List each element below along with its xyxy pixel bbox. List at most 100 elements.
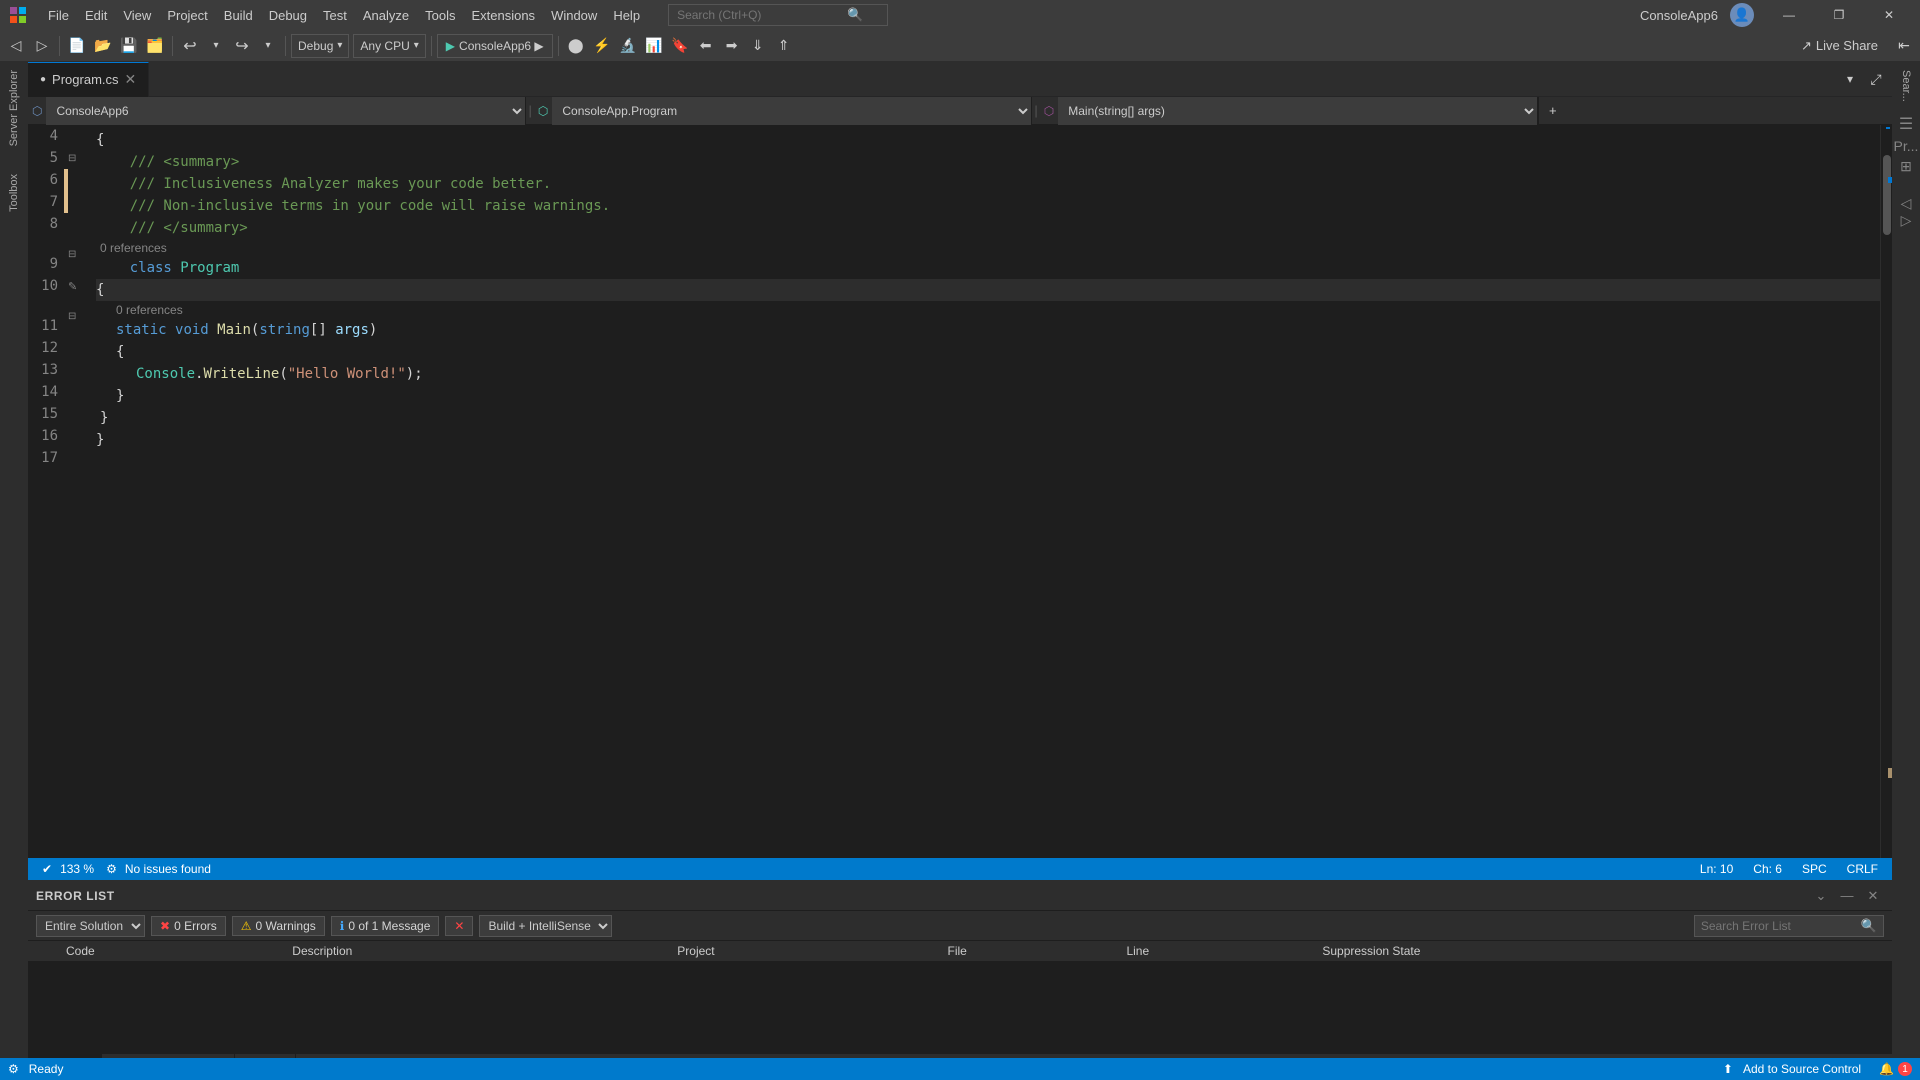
close-button[interactable]: ✕ <box>1866 0 1912 30</box>
scope-selector[interactable]: Entire Solution <box>36 915 145 937</box>
menu-help[interactable]: Help <box>605 6 648 25</box>
forward-button[interactable]: ▷ <box>30 34 54 58</box>
panel-close-button[interactable]: ✕ <box>1862 885 1884 907</box>
redo-dropdown[interactable]: ▾ <box>256 34 280 58</box>
expand-editor-button[interactable]: ⤢ <box>1864 67 1888 91</box>
server-explorer-label[interactable]: Server Explorer <box>6 66 22 150</box>
configuration-dropdown[interactable]: Debug ▾ <box>291 34 349 58</box>
menu-window[interactable]: Window <box>543 6 605 25</box>
line-status[interactable]: Ln: 10 <box>1694 858 1739 880</box>
toolbar-btn-7[interactable]: 📊 <box>642 34 666 58</box>
col-line[interactable]: Line <box>1118 941 1314 962</box>
global-search-input[interactable] <box>677 8 847 22</box>
code-line-14: } <box>96 385 1880 407</box>
gutter-row-17: 17 <box>28 447 88 469</box>
gutter-row-11: 11 ⊟ <box>28 297 88 337</box>
toolbar-btn-8[interactable]: 🔖 <box>668 34 692 58</box>
user-avatar[interactable]: 👤 <box>1730 3 1754 27</box>
analyze-button[interactable]: 🔬 <box>616 34 640 58</box>
toolbar-btn-12[interactable]: ⇑ <box>772 34 796 58</box>
new-file-button[interactable]: 📄 <box>65 34 89 58</box>
intellisense-filter[interactable]: Build + IntelliSense <box>479 915 612 937</box>
warnings-badge[interactable]: ⚠ 0 Warnings <box>232 916 325 936</box>
save-all-button[interactable]: 🗂️ <box>143 34 167 58</box>
toolbar-btn-9[interactable]: ⬅ <box>694 34 718 58</box>
menu-analyze[interactable]: Analyze <box>355 6 417 25</box>
sidebar-right-btn-2[interactable]: Pr... <box>1894 138 1919 154</box>
filter-badge[interactable]: ✕ <box>445 916 473 936</box>
add-source-control[interactable]: Add to Source Control <box>1737 1058 1867 1080</box>
scroll-thumb[interactable] <box>1883 155 1891 235</box>
col-severity[interactable] <box>28 941 58 962</box>
tab-list-button[interactable]: ▾ <box>1838 67 1862 91</box>
profiler-button[interactable]: ⚡ <box>590 34 614 58</box>
line-ending-status[interactable]: CRLF <box>1841 858 1884 880</box>
panel-minimize-button[interactable]: — <box>1836 885 1858 907</box>
col-suppression[interactable]: Suppression State <box>1314 941 1892 962</box>
redo-button[interactable]: ↪ <box>230 34 254 58</box>
sidebar-right-btn-1[interactable]: ☰ <box>1899 114 1913 134</box>
toolbar-btn-11[interactable]: ⇓ <box>746 34 770 58</box>
platform-chevron: ▾ <box>414 40 419 51</box>
messages-badge[interactable]: ℹ 0 of 1 Message <box>331 916 440 936</box>
col-code[interactable]: Code <box>58 941 284 962</box>
toolbar-btn-10[interactable]: ➡ <box>720 34 744 58</box>
fold-icon-5[interactable]: ⊟ <box>68 153 76 164</box>
error-search-box[interactable]: 🔍 <box>1694 915 1884 937</box>
errors-badge[interactable]: ✖ 0 Errors <box>151 916 226 936</box>
run-button[interactable]: ▶ ConsoleApp6 ▶ <box>437 34 553 58</box>
new-file-nav-button[interactable]: + <box>1538 97 1566 125</box>
nav-separator-2: | <box>1032 103 1039 118</box>
undo-button[interactable]: ↩ <box>178 34 202 58</box>
program-cs-tab[interactable]: ● Program.cs ✕ <box>28 62 149 97</box>
minimize-button[interactable]: — <box>1766 0 1812 30</box>
breakpoint-button[interactable]: ⬤ <box>564 34 588 58</box>
undo-dropdown[interactable]: ▾ <box>204 34 228 58</box>
notification-bell[interactable]: 🔔 <box>1879 1062 1894 1076</box>
menu-debug[interactable]: Debug <box>261 6 315 25</box>
col-file[interactable]: File <box>939 941 1118 962</box>
menu-tools[interactable]: Tools <box>417 6 463 25</box>
char-status[interactable]: Ch: 6 <box>1747 858 1788 880</box>
chevron-right-icon[interactable]: ▷ <box>1901 212 1912 229</box>
code-content-area[interactable]: { /// <summary> /// Inclusiveness Analyz… <box>88 125 1880 858</box>
collapse-button[interactable]: ⇤ <box>1892 34 1916 58</box>
menu-extensions[interactable]: Extensions <box>463 6 543 25</box>
menu-build[interactable]: Build <box>216 6 261 25</box>
maximize-button[interactable]: ❐ <box>1816 0 1862 30</box>
col-project[interactable]: Project <box>669 941 939 962</box>
platform-dropdown[interactable]: Any CPU ▾ <box>353 34 425 58</box>
menu-project[interactable]: Project <box>159 6 215 25</box>
menu-test[interactable]: Test <box>315 6 355 25</box>
toolbox-label[interactable]: Toolbox <box>6 170 22 216</box>
live-share-label: Live Share <box>1816 38 1878 53</box>
encoding-status[interactable]: SPC <box>1796 858 1833 880</box>
zoom-status[interactable]: ✔ 133 % <box>36 858 100 880</box>
menu-view[interactable]: View <box>115 6 159 25</box>
error-search-input[interactable] <box>1701 919 1861 933</box>
no-issues-status[interactable]: ⚙ No issues found <box>100 858 217 880</box>
namespace-selector[interactable]: ConsoleApp.Program <box>552 97 1032 125</box>
editor-scrollbar[interactable] <box>1880 125 1892 858</box>
open-file-button[interactable]: 📂 <box>91 34 115 58</box>
pen-icon-10[interactable]: ✎ <box>68 280 77 293</box>
ready-status[interactable]: Ready <box>23 1058 70 1080</box>
live-share-button[interactable]: ↗ Live Share <box>1793 36 1886 56</box>
chevron-left-icon[interactable]: ◁ <box>1901 195 1912 212</box>
menu-edit[interactable]: Edit <box>77 6 115 25</box>
panel-chevron-button[interactable]: ⌄ <box>1810 885 1832 907</box>
error-search-icon[interactable]: 🔍 <box>1861 918 1877 934</box>
fold-icon-9[interactable]: ⊟ <box>68 249 76 260</box>
code-editor[interactable]: 4 5 ⊟ 6 7 <box>28 125 1892 858</box>
project-selector[interactable]: ConsoleApp6 <box>46 97 526 125</box>
member-selector[interactable]: Main(string[] args) <box>1058 97 1538 125</box>
col-description[interactable]: Description <box>284 941 669 962</box>
save-button[interactable]: 💾 <box>117 34 141 58</box>
sidebar-right-btn-3[interactable]: ⊞ <box>1900 158 1912 175</box>
fold-icon-11[interactable]: ⊟ <box>68 311 76 322</box>
tab-close-button[interactable]: ✕ <box>125 71 137 88</box>
search-box[interactable]: 🔍 <box>668 4 888 26</box>
back-button[interactable]: ◁ <box>4 34 28 58</box>
panel-titlebar: Error List ⌄ — ✕ <box>28 881 1892 911</box>
menu-file[interactable]: File <box>40 6 77 25</box>
